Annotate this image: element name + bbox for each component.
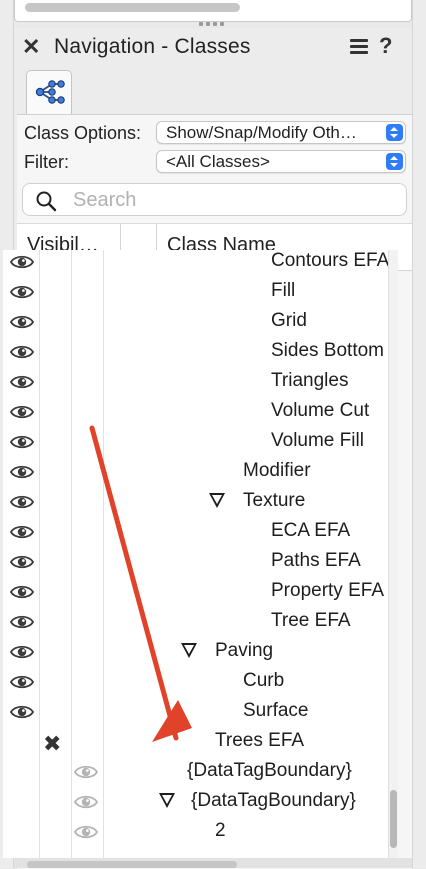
class-name: Paving: [215, 640, 274, 661]
horizontal-scroll-thumb[interactable]: [27, 861, 237, 868]
eye-icon[interactable]: [9, 464, 35, 485]
disclosure-triangle-icon[interactable]: [159, 793, 175, 808]
eye-icon[interactable]: [9, 524, 35, 545]
previous-palette-strip: [14, 0, 412, 22]
class-name: Fill: [271, 280, 296, 301]
class-name: Sides Bottom: [271, 340, 384, 361]
disclosure-triangle-icon[interactable]: [181, 643, 197, 658]
class-options-label: Class Options:: [24, 123, 142, 143]
list-item[interactable]: Volume Fill: [3, 427, 388, 457]
class-name: {DataTagBoundary}: [187, 760, 352, 781]
eye-icon[interactable]: [73, 764, 99, 785]
class-name: Volume Fill: [271, 430, 364, 451]
chevron-up-down-icon: [386, 153, 403, 170]
list-item[interactable]: Property EFA: [3, 577, 388, 607]
eye-icon[interactable]: [9, 494, 35, 515]
list-item[interactable]: {DataTagBoundary}: [3, 757, 388, 787]
eye-icon[interactable]: [9, 644, 35, 665]
class-list[interactable]: Contours EFA Fill Grid Sides Bottom Triangle…: [3, 250, 388, 858]
chevron-up-down-icon: [386, 124, 403, 141]
list-item[interactable]: Grid: [3, 307, 388, 337]
list-item[interactable]: Tree EFA: [3, 607, 388, 637]
list-item[interactable]: ECA EFA: [3, 517, 388, 547]
list-item[interactable]: 2: [3, 817, 388, 847]
class-options-select[interactable]: Show/Snap/Modify Oth…: [156, 121, 406, 144]
tab-classes[interactable]: [26, 70, 72, 116]
search-input[interactable]: [71, 187, 395, 213]
class-name: Property EFA: [271, 580, 384, 601]
palette-titlebar: ✕ Navigation - Classes ?: [14, 28, 412, 64]
eye-icon[interactable]: [9, 554, 35, 575]
class-name: 2: [215, 820, 226, 841]
horizontal-scrollbar-bottom[interactable]: [14, 858, 412, 868]
eye-icon[interactable]: [9, 404, 35, 425]
disclosure-triangle-icon[interactable]: [209, 493, 225, 508]
filter-value: <All Classes>: [166, 152, 270, 171]
class-options-value: Show/Snap/Modify Oth…: [166, 123, 357, 142]
class-name: ECA EFA: [271, 520, 351, 541]
eye-icon[interactable]: [9, 344, 35, 365]
list-item[interactable]: Fill: [3, 277, 388, 307]
class-name: Curb: [243, 670, 285, 691]
class-hierarchy-icon: [35, 80, 65, 104]
palette-title: Navigation - Classes: [54, 35, 251, 58]
class-name: Grid: [271, 310, 307, 331]
eye-icon[interactable]: [9, 704, 35, 725]
eye-icon[interactable]: [9, 614, 35, 635]
search-icon: [36, 191, 57, 212]
eye-icon[interactable]: [9, 674, 35, 695]
class-name: Paths EFA: [271, 550, 361, 571]
eye-icon[interactable]: [9, 434, 35, 455]
vertical-scrollbar[interactable]: [388, 250, 398, 858]
eye-icon[interactable]: [73, 824, 99, 845]
class-name: Contours EFA: [271, 250, 388, 271]
filter-select[interactable]: <All Classes>: [156, 150, 406, 173]
list-item[interactable]: Triangles: [3, 367, 388, 397]
list-item[interactable]: Sides Bottom: [3, 337, 388, 367]
horizontal-scrollbar-top[interactable]: [25, 3, 240, 12]
class-name: Volume Cut: [271, 400, 370, 421]
eye-icon[interactable]: [9, 254, 35, 275]
eye-icon[interactable]: [9, 584, 35, 605]
eye-icon[interactable]: [9, 314, 35, 335]
search-field[interactable]: [22, 183, 407, 216]
help-icon[interactable]: ?: [379, 33, 392, 59]
menu-icon[interactable]: [350, 39, 368, 54]
list-item[interactable]: Paving: [3, 637, 388, 667]
list-item[interactable]: Volume Cut: [3, 397, 388, 427]
eye-icon[interactable]: [9, 374, 35, 395]
class-name: Surface: [243, 700, 309, 721]
list-item[interactable]: ✖ Trees EFA: [3, 727, 388, 757]
class-name: Trees EFA: [215, 730, 305, 751]
hidden-x-icon[interactable]: ✖: [43, 731, 61, 757]
right-window-edge: [412, 0, 426, 868]
class-name: {DataTagBoundary}: [191, 790, 356, 811]
list-item[interactable]: {DataTagBoundary}: [3, 787, 388, 817]
filter-label: Filter:: [24, 152, 69, 172]
list-item[interactable]: Contours EFA: [3, 250, 388, 277]
class-name: Modifier: [243, 460, 311, 481]
list-item[interactable]: Curb: [3, 667, 388, 697]
class-name: Texture: [243, 490, 306, 511]
vertical-scroll-thumb[interactable]: [390, 790, 397, 848]
list-item[interactable]: Texture: [3, 487, 388, 517]
eye-icon[interactable]: [9, 284, 35, 305]
class-name: Tree EFA: [271, 610, 351, 631]
list-item[interactable]: Paths EFA: [3, 547, 388, 577]
eye-icon[interactable]: [73, 794, 99, 815]
class-name: Triangles: [271, 370, 349, 391]
list-item[interactable]: Surface: [3, 697, 388, 727]
list-item[interactable]: Modifier: [3, 457, 388, 487]
close-icon[interactable]: ✕: [22, 34, 40, 60]
